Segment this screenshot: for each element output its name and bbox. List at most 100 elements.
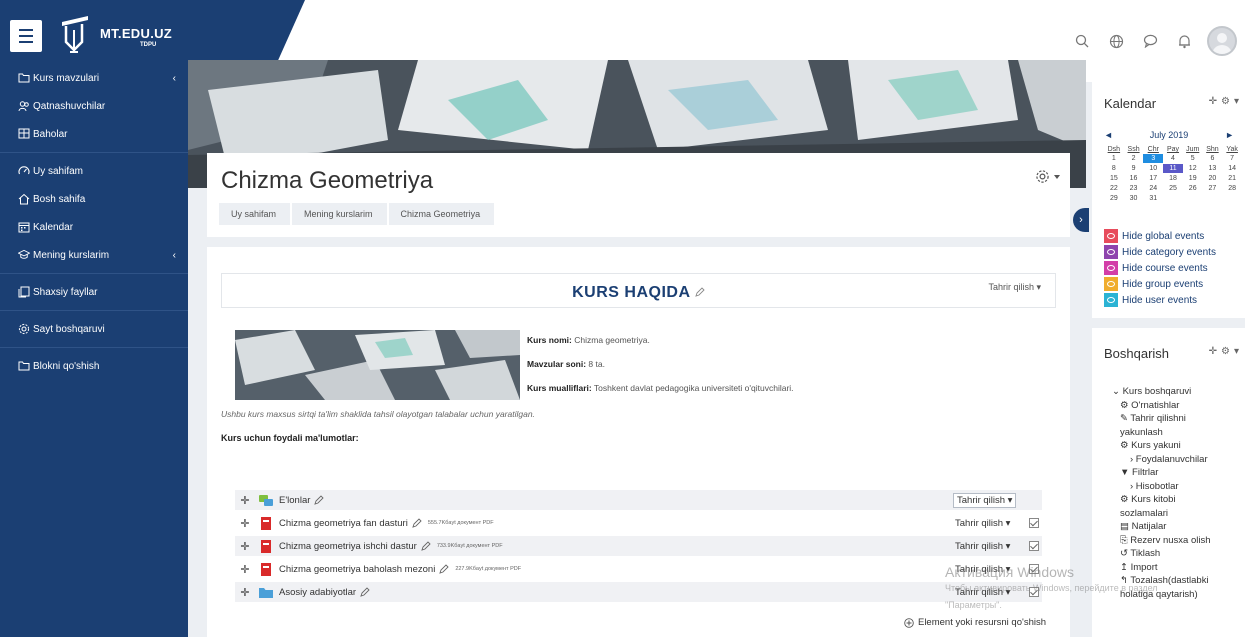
calendar-day[interactable]: 17 bbox=[1143, 174, 1163, 183]
activity-link[interactable]: E'lonlar bbox=[279, 495, 310, 506]
calendar-day[interactable]: 3 bbox=[1143, 154, 1164, 163]
admin-tree-item[interactable]: ⚙ Kurs kitobi bbox=[1120, 494, 1176, 506]
calendar-day[interactable]: 19 bbox=[1183, 174, 1203, 183]
section-edit-menu[interactable]: Tahrir qilish ▾ bbox=[988, 282, 1041, 293]
nav-item-grades[interactable]: Baholar bbox=[0, 120, 188, 148]
completion-checkbox[interactable] bbox=[1029, 541, 1039, 551]
activity-edit-menu[interactable]: Tahrir qilish ▾ bbox=[955, 518, 1010, 529]
event-toggle-group[interactable]: Hide group events bbox=[1104, 277, 1203, 291]
calendar-day[interactable]: 7 bbox=[1222, 154, 1242, 163]
gear-icon[interactable]: ⚙ bbox=[1221, 346, 1230, 357]
calendar-day[interactable]: 4 bbox=[1163, 154, 1183, 163]
calendar-day[interactable]: 27 bbox=[1203, 184, 1223, 193]
admin-tree-item[interactable]: ▤ Natijalar bbox=[1120, 521, 1166, 533]
move-handle-icon[interactable]: ✛ bbox=[239, 563, 251, 576]
edit-pencil-icon[interactable] bbox=[412, 518, 422, 528]
course-settings-menu[interactable] bbox=[1035, 169, 1060, 184]
calendar-day[interactable]: 16 bbox=[1124, 174, 1144, 183]
menu-toggle-button[interactable] bbox=[10, 20, 42, 52]
calendar-day[interactable]: 29 bbox=[1104, 194, 1124, 203]
calendar-day[interactable]: 14 bbox=[1222, 164, 1242, 173]
calendar-day[interactable]: 21 bbox=[1222, 174, 1242, 183]
nav-item-private-files[interactable]: Shaxsiy fayllar bbox=[0, 278, 188, 306]
move-handle-icon[interactable]: ✛ bbox=[239, 517, 251, 530]
nav-item-calendar[interactable]: Kalendar bbox=[0, 213, 188, 241]
brand-name[interactable]: MT.EDU.UZ bbox=[100, 26, 172, 41]
edit-pencil-icon[interactable] bbox=[314, 495, 325, 505]
nav-item-participants[interactable]: Qatnashuvchilar bbox=[0, 92, 188, 120]
admin-tree-item[interactable]: ⌄ Kurs boshqaruvi bbox=[1112, 386, 1191, 398]
search-icon[interactable] bbox=[1071, 30, 1093, 52]
next-month-button[interactable]: ► bbox=[1225, 130, 1234, 140]
activity-edit-menu[interactable]: Tahrir qilish ▾ bbox=[955, 541, 1010, 552]
breadcrumb-item[interactable]: Chizma Geometriya bbox=[388, 203, 495, 225]
edit-pencil-icon[interactable] bbox=[439, 564, 449, 574]
admin-tree-item[interactable]: ⚙ O'rnatishlar bbox=[1120, 400, 1179, 412]
calendar-day[interactable]: 12 bbox=[1183, 164, 1203, 173]
notifications-bell-icon[interactable] bbox=[1173, 30, 1195, 52]
activity-edit-menu[interactable]: Tahrir qilish ▾ bbox=[953, 492, 1017, 508]
event-toggle-user[interactable]: Hide user events bbox=[1104, 293, 1197, 307]
move-handle-icon[interactable]: ✛ bbox=[239, 586, 251, 599]
move-handle-icon[interactable]: ✛ bbox=[239, 494, 251, 507]
calendar-day[interactable]: 5 bbox=[1183, 154, 1203, 163]
language-globe-icon[interactable] bbox=[1105, 30, 1127, 52]
calendar-day[interactable]: 28 bbox=[1222, 184, 1242, 193]
calendar-day[interactable]: 30 bbox=[1124, 194, 1144, 203]
nav-item-my-courses[interactable]: Mening kurslarim ‹ bbox=[0, 241, 188, 269]
messages-icon[interactable] bbox=[1139, 30, 1161, 52]
block-drawer-toggle-button[interactable]: › bbox=[1073, 208, 1089, 232]
calendar-day[interactable]: 25 bbox=[1163, 184, 1183, 193]
add-activity-button[interactable]: Element yoki resursni qo'shish bbox=[904, 617, 1046, 628]
user-avatar[interactable] bbox=[1207, 26, 1237, 56]
breadcrumb-item[interactable]: Uy sahifam bbox=[219, 203, 291, 225]
event-toggle-global[interactable]: Hide global events bbox=[1104, 229, 1204, 243]
calendar-day[interactable]: 6 bbox=[1203, 154, 1223, 163]
calendar-day[interactable]: 9 bbox=[1124, 164, 1144, 173]
calendar-day[interactable]: 23 bbox=[1124, 184, 1144, 193]
completion-checkbox[interactable] bbox=[1029, 518, 1039, 528]
admin-tree-item[interactable]: yakunlash bbox=[1120, 427, 1163, 439]
move-block-icon[interactable]: ✛ bbox=[1209, 346, 1217, 357]
gear-icon[interactable]: ⚙ bbox=[1221, 96, 1230, 107]
nav-item-site-administration[interactable]: Sayt boshqaruvi bbox=[0, 315, 188, 343]
move-handle-icon[interactable]: ✛ bbox=[239, 540, 251, 553]
admin-tree-item[interactable]: › Hisobotlar bbox=[1130, 481, 1179, 493]
caret-down-icon[interactable]: ▾ bbox=[1234, 346, 1239, 357]
calendar-day[interactable]: 18 bbox=[1163, 174, 1183, 183]
nav-item-home[interactable]: Bosh sahifa bbox=[0, 185, 188, 213]
event-toggle-course[interactable]: Hide course events bbox=[1104, 261, 1208, 275]
admin-tree-item[interactable]: ▼ Filtrlar bbox=[1120, 467, 1158, 479]
admin-tree-item[interactable]: ⎘ Rezerv nusxa olish bbox=[1120, 535, 1211, 547]
caret-down-icon[interactable]: ▾ bbox=[1234, 96, 1239, 107]
admin-tree-item[interactable]: › Foydalanuvchilar bbox=[1130, 454, 1208, 466]
calendar-day[interactable]: 24 bbox=[1143, 184, 1163, 193]
nav-item-add-block[interactable]: Blokni qo'shish bbox=[0, 352, 188, 380]
calendar-day[interactable]: 20 bbox=[1203, 174, 1223, 183]
activity-link[interactable]: Asosiy adabiyotlar bbox=[279, 587, 356, 598]
nav-item-dashboard[interactable]: Uy sahifam bbox=[0, 157, 188, 185]
edit-pencil-icon[interactable] bbox=[695, 287, 705, 297]
calendar-day[interactable]: 15 bbox=[1104, 174, 1124, 183]
admin-tree-item[interactable]: ↺ Tiklash bbox=[1120, 548, 1160, 560]
admin-tree-item[interactable]: ↥ Import bbox=[1120, 562, 1158, 574]
calendar-day[interactable]: 11 bbox=[1163, 164, 1183, 173]
event-toggle-category[interactable]: Hide category events bbox=[1104, 245, 1216, 259]
calendar-day[interactable]: 8 bbox=[1104, 164, 1124, 173]
calendar-day[interactable]: 31 bbox=[1143, 194, 1163, 203]
edit-pencil-icon[interactable] bbox=[360, 587, 370, 597]
calendar-day[interactable]: 1 bbox=[1104, 154, 1124, 163]
activity-link[interactable]: Chizma geometriya fan dasturi bbox=[279, 518, 408, 529]
admin-tree-item[interactable]: ✎ Tahrir qilishni bbox=[1120, 413, 1186, 425]
breadcrumb-item[interactable]: Mening kurslarim bbox=[292, 203, 387, 225]
calendar-day[interactable]: 22 bbox=[1104, 184, 1124, 193]
calendar-day[interactable]: 13 bbox=[1203, 164, 1223, 173]
calendar-day[interactable]: 10 bbox=[1143, 164, 1163, 173]
calendar-day[interactable]: 26 bbox=[1183, 184, 1203, 193]
calendar-day[interactable]: 2 bbox=[1124, 154, 1144, 163]
edit-pencil-icon[interactable] bbox=[421, 541, 431, 551]
move-block-icon[interactable]: ✛ bbox=[1209, 96, 1217, 107]
admin-tree-item[interactable]: ⚙ Kurs yakuni bbox=[1120, 440, 1181, 452]
activity-link[interactable]: Chizma geometriya baholash mezoni bbox=[279, 564, 435, 575]
nav-item-course-topics[interactable]: Kurs mavzulari ‹ bbox=[0, 64, 188, 92]
